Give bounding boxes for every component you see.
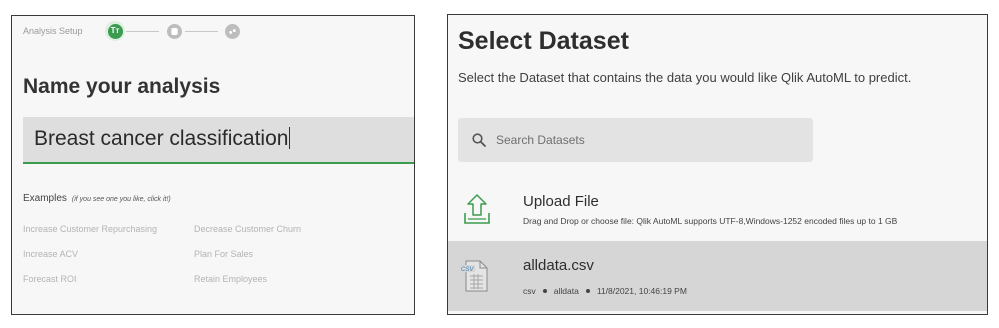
search-input[interactable] bbox=[496, 133, 796, 147]
search-datasets[interactable] bbox=[458, 118, 813, 162]
example-item[interactable]: Retain Employees bbox=[194, 274, 267, 284]
example-item[interactable]: Increase ACV bbox=[23, 249, 78, 259]
analysis-setup-panel: Analysis Setup Tт Name your analysis Bre… bbox=[11, 15, 415, 315]
csv-file-icon: CSV bbox=[460, 260, 488, 292]
examples-hint: (if you see one you like, click it!) bbox=[71, 196, 171, 203]
dataset-space: alldata bbox=[553, 286, 579, 296]
csv-badge: CSV bbox=[461, 267, 474, 273]
upload-file-title: Upload File bbox=[523, 193, 599, 210]
setup-label: Analysis Setup bbox=[23, 26, 83, 36]
step-target[interactable] bbox=[222, 21, 242, 41]
step-select-dataset[interactable] bbox=[164, 21, 184, 41]
example-item[interactable]: Plan For Sales bbox=[194, 249, 253, 259]
example-item[interactable]: Increase Customer Repurchasing bbox=[23, 224, 157, 234]
target-icon bbox=[224, 23, 240, 39]
examples-label: Examples bbox=[23, 193, 67, 204]
page-title: Name your analysis bbox=[23, 75, 221, 98]
dataset-list-item[interactable]: CSV alldata.csv csv alldata 11/8/2021, 1… bbox=[448, 241, 987, 311]
meta-separator bbox=[542, 289, 547, 293]
dataset-title: Select Dataset bbox=[458, 27, 629, 55]
dataset-subtitle: Select the Dataset that contains the dat… bbox=[458, 70, 912, 85]
search-icon bbox=[472, 133, 486, 147]
text-icon: Tт bbox=[107, 23, 123, 39]
dataset-modified: 11/8/2021, 10:46:19 PM bbox=[596, 286, 687, 296]
step-name-analysis[interactable]: Tт bbox=[105, 21, 125, 41]
upload-icon bbox=[464, 194, 490, 224]
dataset-type: csv bbox=[523, 286, 536, 296]
upload-file-description: Drag and Drop or choose file: Qlik AutoM… bbox=[523, 216, 898, 226]
example-item[interactable]: Forecast ROI bbox=[23, 274, 77, 284]
dataset-name: alldata.csv bbox=[523, 257, 594, 274]
select-dataset-panel: Select Dataset Select the Dataset that c… bbox=[447, 14, 988, 315]
text-caret bbox=[289, 127, 291, 149]
step-connector bbox=[126, 31, 159, 32]
dataset-meta: csv alldata 11/8/2021, 10:46:19 PM bbox=[523, 286, 687, 296]
upload-file-option[interactable]: Upload File Drag and Drop or choose file… bbox=[448, 183, 987, 241]
analysis-name-input[interactable]: Breast cancer classification bbox=[23, 117, 414, 164]
database-icon bbox=[166, 23, 182, 39]
examples-heading: Examples (if you see one you like, click … bbox=[23, 193, 171, 204]
example-item[interactable]: Decrease Customer Churn bbox=[194, 224, 301, 234]
meta-separator bbox=[585, 289, 590, 293]
step-connector bbox=[185, 31, 218, 32]
